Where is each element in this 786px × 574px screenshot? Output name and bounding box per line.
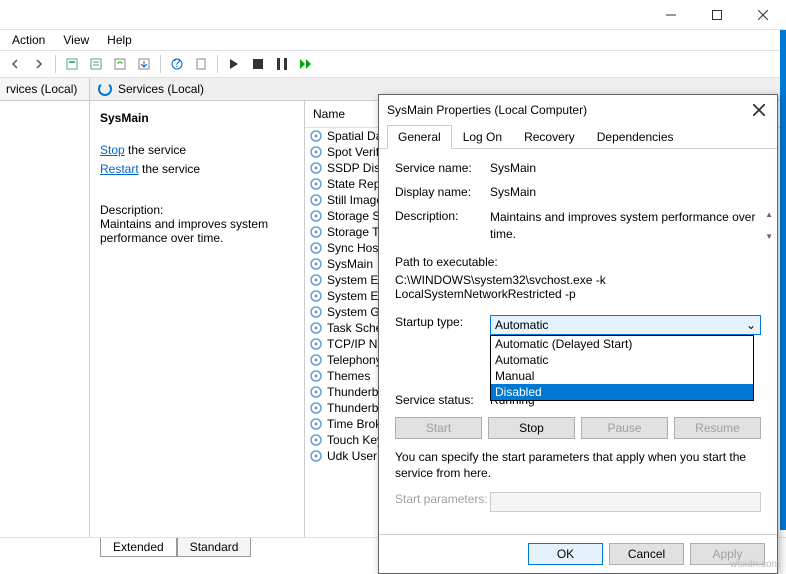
service-name-label: Service name: xyxy=(395,161,490,175)
action-icon[interactable] xyxy=(190,53,212,75)
pause-icon[interactable] xyxy=(271,53,293,75)
menu-view[interactable]: View xyxy=(55,31,97,49)
description-label: Description: xyxy=(395,209,490,223)
stop-button[interactable]: Stop xyxy=(488,417,575,439)
export-icon[interactable] xyxy=(133,53,155,75)
dropdown-option[interactable]: Automatic (Delayed Start) xyxy=(491,336,753,352)
toolbar: ? xyxy=(0,50,786,78)
startup-type-select[interactable]: Automatic ⌄ xyxy=(490,315,761,335)
menubar: Action View Help xyxy=(0,30,786,50)
pause-button[interactable]: Pause xyxy=(581,417,668,439)
maximize-button[interactable] xyxy=(694,0,740,30)
watermark: wsxdn.com xyxy=(730,559,780,570)
display-name-value: SysMain xyxy=(490,185,761,199)
path-value: C:\WINDOWS\system32\svchost.exe -k Local… xyxy=(395,273,761,301)
stop-link[interactable]: Stop xyxy=(100,143,125,157)
startup-type-label: Startup type: xyxy=(395,315,490,329)
dialog-title: SysMain Properties (Local Computer) xyxy=(387,103,587,117)
dropdown-option[interactable]: Manual xyxy=(491,368,753,384)
stop-icon[interactable] xyxy=(247,53,269,75)
service-status-label: Service status: xyxy=(395,393,490,407)
refresh-spinner-icon xyxy=(98,82,112,96)
svg-text:?: ? xyxy=(174,57,181,70)
tree-pane: rvices (Local) xyxy=(0,78,90,537)
start-params-label: Start parameters: xyxy=(395,492,490,506)
tab-general[interactable]: General xyxy=(387,125,452,149)
help-icon[interactable]: ? xyxy=(166,53,188,75)
start-icon[interactable] xyxy=(223,53,245,75)
path-label: Path to executable: xyxy=(395,255,761,269)
display-name-label: Display name: xyxy=(395,185,490,199)
desc-text: Maintains and improves system performanc… xyxy=(100,217,294,245)
resume-button[interactable]: Resume xyxy=(674,417,761,439)
menu-action[interactable]: Action xyxy=(4,31,53,49)
service-name-value: SysMain xyxy=(490,161,761,175)
service-title: SysMain xyxy=(100,111,294,125)
tab-logon[interactable]: Log On xyxy=(452,125,513,149)
properties-dialog: SysMain Properties (Local Computer) Gene… xyxy=(378,94,778,574)
window-edge xyxy=(780,30,786,530)
ok-button[interactable]: OK xyxy=(528,543,603,565)
dropdown-option[interactable]: Automatic xyxy=(491,352,753,368)
dropdown-option[interactable]: Disabled xyxy=(491,384,753,400)
window-titlebar xyxy=(0,0,786,30)
restart-icon[interactable] xyxy=(295,53,317,75)
start-button[interactable]: Start xyxy=(395,417,482,439)
tab-dependencies[interactable]: Dependencies xyxy=(586,125,685,149)
back-icon[interactable] xyxy=(4,53,26,75)
chevron-down-icon: ⌄ xyxy=(746,318,756,332)
minimize-button[interactable] xyxy=(648,0,694,30)
properties-icon[interactable] xyxy=(61,53,83,75)
cancel-button[interactable]: Cancel xyxy=(609,543,684,565)
description-value: Maintains and improves system performanc… xyxy=(490,210,755,241)
menu-help[interactable]: Help xyxy=(99,31,140,49)
tab-standard[interactable]: Standard xyxy=(177,538,252,557)
forward-icon[interactable] xyxy=(28,53,50,75)
refresh-icon[interactable] xyxy=(109,53,131,75)
detail-pane: SysMain Stop the service Restart the ser… xyxy=(90,101,305,537)
params-hint: You can specify the start parameters tha… xyxy=(395,449,761,483)
tab-recovery[interactable]: Recovery xyxy=(513,125,586,149)
content-title: Services (Local) xyxy=(118,82,204,96)
view-icon[interactable] xyxy=(85,53,107,75)
startup-type-dropdown[interactable]: Automatic (Delayed Start)AutomaticManual… xyxy=(490,335,754,401)
close-button[interactable] xyxy=(740,0,786,30)
dialog-close-button[interactable] xyxy=(749,100,769,120)
scroll-arrows[interactable]: ▲▼ xyxy=(765,209,773,243)
tab-extended[interactable]: Extended xyxy=(100,538,177,557)
start-params-input xyxy=(490,492,761,512)
desc-label: Description: xyxy=(100,203,294,217)
tree-item-services[interactable]: rvices (Local) xyxy=(0,78,89,101)
restart-link[interactable]: Restart xyxy=(100,162,139,176)
